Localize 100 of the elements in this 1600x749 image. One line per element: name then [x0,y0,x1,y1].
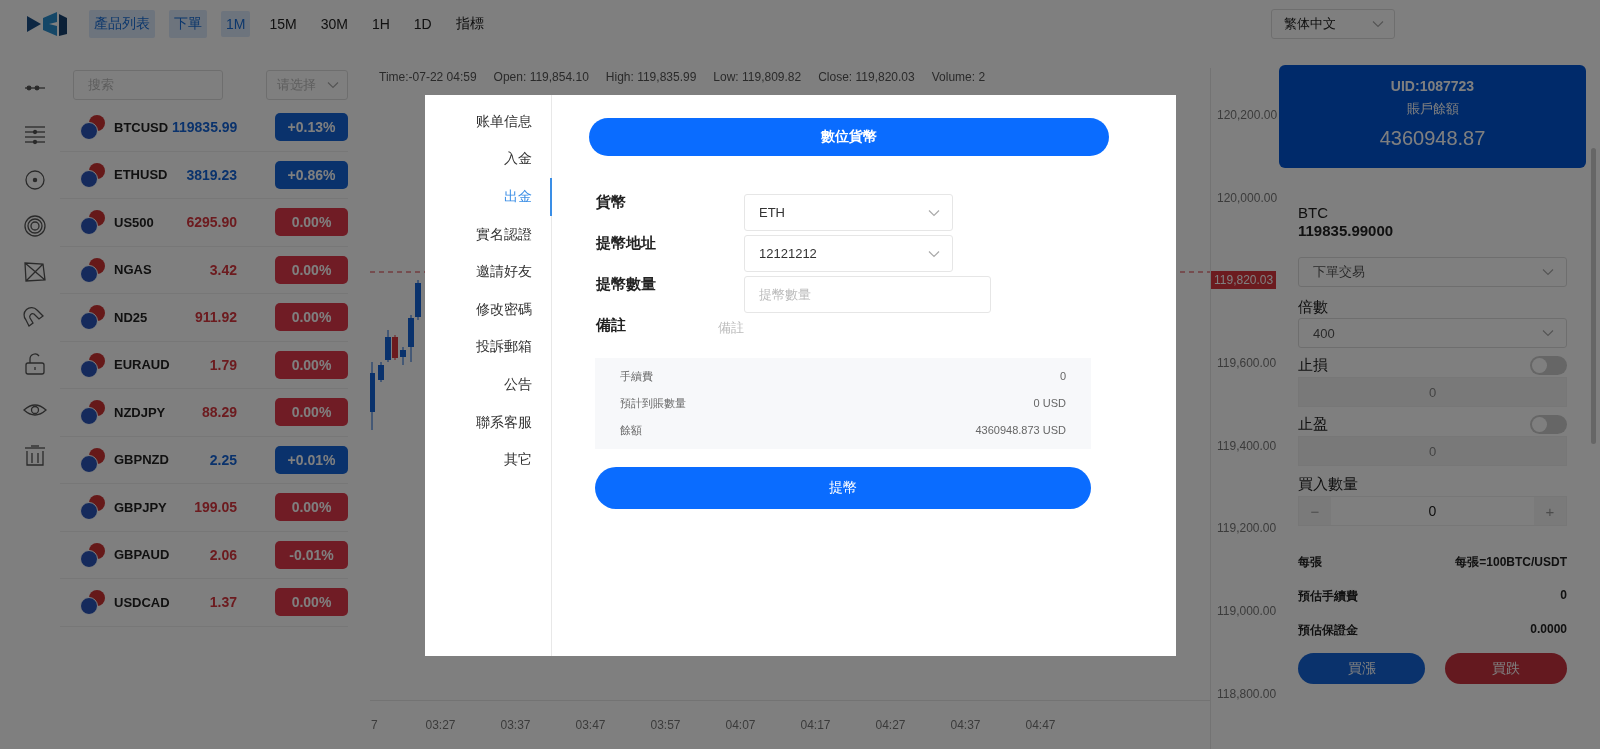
price-label: 120,000.00 [1216,189,1278,207]
withdraw-button[interactable]: 提幣 [595,467,1091,509]
sell-button[interactable]: 買跌 [1445,653,1567,684]
summary-value: 0 USD [1033,396,1066,411]
nav-tab[interactable]: 1H [366,11,395,37]
symbol: GBPAUD [114,547,171,563]
field-label: 買入數量 [1298,475,1359,494]
field-label: 止損 [1298,356,1328,375]
change-badge: 0.00% [275,398,348,427]
symbol: ETHUSD [114,167,169,183]
change-badge: 0.00% [275,350,348,379]
order-type-select[interactable]: 下單交易 [1298,257,1567,287]
target-icon[interactable] [23,214,47,238]
summary-label: 手續費 [620,369,653,384]
menu-item[interactable]: 其它 [425,441,552,479]
select-field[interactable]: ETH [744,194,953,231]
price: 199.05 [193,499,237,516]
menu-item[interactable]: 邀請好友 [425,253,552,291]
nav-tab[interactable]: 1M [221,11,251,37]
scrollbar[interactable] [1590,148,1596,444]
balance-amount: 4360948.87 [1379,127,1486,150]
chevron-down-icon [928,249,940,258]
price: 1.79 [208,356,237,373]
time-label: 04:27 [874,718,907,732]
nav-tab[interactable]: 15M [264,11,302,37]
symbol: EURAUD [114,357,171,373]
field-label: 提幣數量 [596,276,657,292]
price: 6295.90 [185,214,237,231]
select-field[interactable]: 12121212 [744,235,953,272]
time-label: 04:37 [949,718,982,732]
chevron-down-icon [327,81,339,89]
ohlc-text: Time:-07-22 04:59 [379,70,477,86]
crypto-tab-button[interactable]: 數位貨幣 [589,118,1109,156]
summary-value: 0.0000 [1530,622,1567,638]
menu-item[interactable]: 入金 [425,140,552,179]
time-label: 03:47 [574,718,607,732]
price-label: 119,000.00 [1216,603,1277,621]
change-badge: 0.00% [275,255,348,284]
ohlc-text: Volume: 2 [931,70,986,86]
time-label: 04:47 [1024,718,1057,732]
menu-item[interactable]: 公告 [425,366,552,404]
price: 1.37 [208,594,237,611]
time-label: 7 [370,718,379,732]
summary-value: 0 [1059,369,1066,384]
summary-value: 0 [1560,588,1567,604]
language-select[interactable]: 繁体中文 [1271,9,1395,39]
menu-item[interactable]: 投訴郵箱 [425,328,552,367]
currency-icon [80,161,106,188]
summary-label: 預估手續費 [1298,588,1358,605]
price: 3.42 [208,261,237,278]
toggle-switch[interactable] [1530,356,1567,375]
summary-value: 4360948.873 USD [975,423,1066,438]
symbol-price: 119835.99000 [1298,222,1395,239]
summary-label: 預計到賬數量 [620,396,686,411]
currency-icon [80,541,106,568]
change-badge: +0.01% [275,445,348,474]
change-badge: -0.01% [275,540,348,569]
candle [370,361,375,431]
ohlc-text: Close: 119,820.03 [818,70,915,86]
menu-item[interactable]: 聯系客服 [425,403,552,442]
candle [400,346,406,366]
currency-icon [80,446,106,473]
symbol: ND25 [114,309,149,325]
currency-icon [80,209,106,236]
symbol: USDCAD [114,594,171,610]
symbol: NZDJPY [114,404,167,420]
change-badge: 0.00% [275,208,348,237]
currency-icon [80,399,106,426]
current-price-tag: 119,820.03 [1211,271,1277,290]
nav-tab[interactable]: 指標 [450,10,489,38]
padlock-icon[interactable] [23,352,47,376]
field-label: 貨幣 [596,194,627,210]
price-label: 119,200.00 [1216,520,1277,538]
menu-item[interactable]: 出金 [425,178,552,216]
currency-icon [80,114,106,141]
balance-label: 賬戶餘額 [1406,100,1459,118]
leverage-select[interactable]: 400 [1298,318,1567,348]
nav-tab[interactable]: 下單 [169,10,207,38]
change-badge: +0.86% [275,160,348,189]
trash-icon[interactable] [23,444,47,468]
polygon-icon[interactable] [23,260,47,284]
field-label: 提幣地址 [596,235,657,251]
menu-item[interactable]: 實名認證 [425,215,552,254]
nav-tab[interactable]: 產品列表 [89,10,155,38]
menu-item[interactable]: 账单信息 [425,103,552,141]
price: 2.06 [208,546,237,563]
price-label: 119,400.00 [1216,437,1277,455]
nav-tab[interactable]: 1D [408,11,437,37]
buy-button[interactable]: 買漲 [1298,653,1425,684]
symbol-name: BTC [1298,204,1329,221]
summary-label: 每張 [1298,554,1322,571]
change-badge: 0.00% [275,303,348,332]
price: 88.29 [200,404,237,421]
price: 2.25 [208,451,237,468]
circle-icon[interactable] [23,168,47,192]
ohlc-text: High: 119,835.99 [605,70,697,86]
menu-item[interactable]: 修改密碼 [425,290,552,329]
ohlc-text: Open: 119,854.10 [493,70,589,86]
toggle-switch[interactable] [1530,415,1567,434]
nav-tab[interactable]: 30M [315,11,353,37]
